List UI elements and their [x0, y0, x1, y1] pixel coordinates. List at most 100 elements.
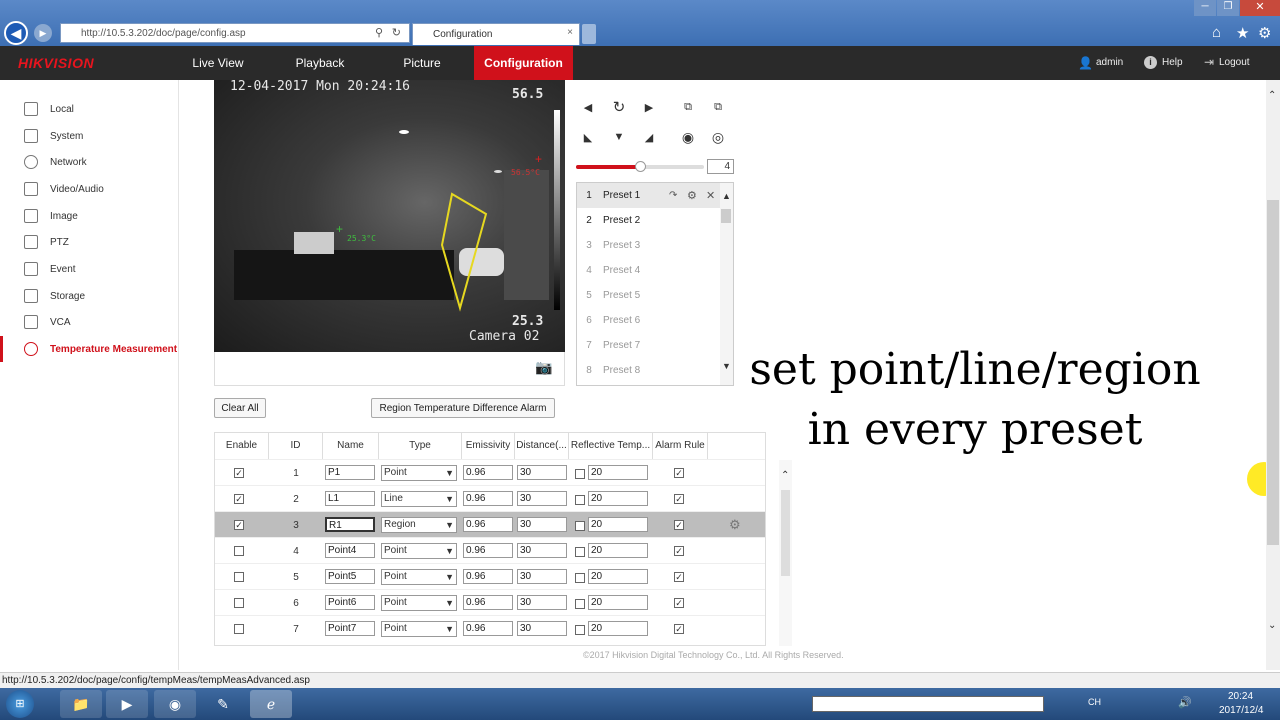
speed-value[interactable]: 4 [707, 159, 734, 174]
gear-icon[interactable]: ⚙ [729, 517, 741, 533]
preset-row[interactable]: 6 Preset 6 [577, 308, 720, 333]
sidebar-item-storage[interactable]: Storage [0, 283, 179, 309]
forward-button[interactable]: ▶ [34, 24, 52, 42]
page-scroll-thumb[interactable] [1267, 200, 1279, 545]
gear-icon[interactable]: ⚙ [687, 189, 697, 202]
preset-scroll-thumb[interactable] [721, 209, 731, 223]
chevron-up-icon[interactable]: ⌃ [781, 470, 789, 481]
ptz-auto-icon[interactable]: ↻ [608, 96, 630, 118]
preset-scrollbar[interactable]: ▲ ▼ [720, 183, 733, 385]
refresh-icon[interactable]: ↻ [392, 26, 401, 39]
clear-all-button[interactable]: Clear All [214, 398, 266, 418]
chrome-icon[interactable]: ◉ [154, 690, 196, 718]
ptz-down-right-icon[interactable]: ◢ [638, 126, 660, 148]
sidebar-item-ptz[interactable]: PTZ [0, 229, 179, 255]
type-select[interactable]: Point ▼ [381, 543, 457, 559]
sidebar-item-system[interactable]: System [0, 123, 179, 149]
type-select[interactable]: Point ▼ [381, 465, 457, 481]
back-button[interactable]: ◀ [4, 21, 28, 45]
clock-time[interactable]: 20:24 [1228, 691, 1253, 702]
reflective-temp-input[interactable]: 20 [588, 595, 648, 610]
preset-row[interactable]: 4 Preset 4 [577, 258, 720, 283]
home-icon[interactable]: ⌂ [1212, 24, 1221, 41]
tab-playback[interactable]: Playback [280, 46, 360, 80]
name-input[interactable]: Point7 [325, 621, 375, 636]
ie-icon[interactable]: ℯ [250, 690, 292, 718]
tab-live-view[interactable]: Live View [178, 46, 258, 80]
thermal-video-preview[interactable]: + 25.3°C + 56.5°C 12-04-2017 Mon 20:24:1… [214, 80, 565, 352]
table-row[interactable]: ✓ 1 P1 Point ▼ 0.96 30 20 ✓ [215, 459, 765, 485]
emissivity-input[interactable]: 0.96 [463, 543, 513, 558]
search-icon[interactable]: ⚲ [375, 26, 383, 39]
name-input[interactable]: L1 [325, 491, 375, 506]
distance-input[interactable]: 30 [517, 569, 567, 584]
alarm-rule-checkbox[interactable]: ✓ [674, 468, 684, 478]
enable-checkbox[interactable]: ✓ [234, 520, 244, 530]
type-select[interactable]: Point ▼ [381, 569, 457, 585]
iris-close-icon[interactable]: ◎ [707, 126, 729, 148]
taskbar-search-input[interactable] [812, 696, 1044, 712]
focus-near-icon[interactable]: ⧉ [677, 96, 699, 118]
emissivity-input[interactable]: 0.96 [463, 621, 513, 636]
region-temp-diff-alarm-button[interactable]: Region Temperature Difference Alarm [371, 398, 555, 418]
enable-checkbox[interactable] [234, 624, 244, 634]
sidebar-item-local[interactable]: Local [0, 96, 179, 122]
name-input[interactable]: Point4 [325, 543, 375, 558]
close-window-button[interactable]: ✕ [1240, 0, 1280, 16]
gear-icon[interactable]: ⚙ [1258, 24, 1271, 42]
preset-row[interactable]: 8 Preset 8 [577, 358, 720, 383]
call-preset-icon[interactable]: ↷ [669, 190, 677, 201]
reflective-temp-checkbox[interactable] [575, 469, 585, 479]
table-row[interactable]: ✓ 2 L1 Line ▼ 0.96 30 20 ✓ [215, 485, 765, 511]
distance-input[interactable]: 30 [517, 465, 567, 480]
logout-link[interactable]: Logout [1219, 46, 1250, 80]
tab-configuration[interactable]: Configuration × [412, 23, 580, 45]
address-bar[interactable]: http://10.5.3.202/doc/page/config.asp ⚲ … [60, 23, 410, 43]
distance-input[interactable]: 30 [517, 621, 567, 636]
minimize-button[interactable]: ─ [1194, 0, 1216, 16]
emissivity-input[interactable]: 0.96 [463, 595, 513, 610]
emissivity-input[interactable]: 0.96 [463, 517, 513, 532]
sidebar-item-video-audio[interactable]: Video/Audio [0, 176, 179, 202]
help-link[interactable]: Help [1162, 46, 1183, 80]
chevron-down-icon[interactable]: ⌄ [1268, 620, 1276, 631]
reflective-temp-checkbox[interactable] [575, 547, 585, 557]
file-explorer-icon[interactable]: 📁 [60, 690, 102, 718]
table-scrollbar[interactable]: ⌃ [779, 460, 792, 646]
name-input[interactable]: Point6 [325, 595, 375, 610]
tab-configuration[interactable]: Configuration [474, 46, 573, 80]
sidebar-item-temperature-measurement[interactable]: Temperature Measurement [0, 336, 179, 362]
preset-row[interactable]: 1 Preset 1 ↷ ⚙ ✕ [577, 183, 720, 208]
preset-row[interactable]: 3 Preset 3 [577, 233, 720, 258]
enable-checkbox[interactable] [234, 598, 244, 608]
chevron-up-icon[interactable]: ▲ [722, 191, 731, 201]
enable-checkbox[interactable] [234, 572, 244, 582]
reflective-temp-checkbox[interactable] [575, 599, 585, 609]
alarm-rule-checkbox[interactable]: ✓ [674, 520, 684, 530]
chevron-up-icon[interactable]: ⌃ [1268, 90, 1276, 101]
sidebar-item-event[interactable]: Event [0, 256, 179, 282]
new-tab-button[interactable] [582, 24, 596, 44]
tab-picture[interactable]: Picture [382, 46, 462, 80]
distance-input[interactable]: 30 [517, 543, 567, 558]
page-scrollbar[interactable]: ⌃ ⌄ [1266, 80, 1280, 670]
user-name[interactable]: admin [1096, 46, 1123, 80]
distance-input[interactable]: 30 [517, 595, 567, 610]
ptz-right-icon[interactable]: ▶ [638, 96, 660, 118]
speed-slider-handle[interactable] [635, 161, 646, 172]
speed-slider[interactable] [576, 161, 704, 172]
type-select[interactable]: Line ▼ [381, 491, 457, 507]
sidebar-item-network[interactable]: Network [0, 149, 179, 175]
ptz-down-icon[interactable]: ▼ [608, 126, 630, 148]
snapshot-icon[interactable]: 📷 [535, 359, 552, 376]
name-input[interactable]: R1 [325, 517, 375, 532]
reflective-temp-input[interactable]: 20 [588, 465, 648, 480]
reflective-temp-input[interactable]: 20 [588, 491, 648, 506]
sidebar-item-vca[interactable]: VCA [0, 309, 179, 335]
enable-checkbox[interactable]: ✓ [234, 494, 244, 504]
volume-icon[interactable]: 🔊 [1178, 696, 1192, 709]
table-row[interactable]: ✓ 3 R1 Region ▼ 0.96 30 20 ✓ ⚙ [215, 511, 765, 537]
name-input[interactable]: Point5 [325, 569, 375, 584]
type-select[interactable]: Region ▼ [381, 517, 457, 533]
preset-row[interactable]: 5 Preset 5 [577, 283, 720, 308]
